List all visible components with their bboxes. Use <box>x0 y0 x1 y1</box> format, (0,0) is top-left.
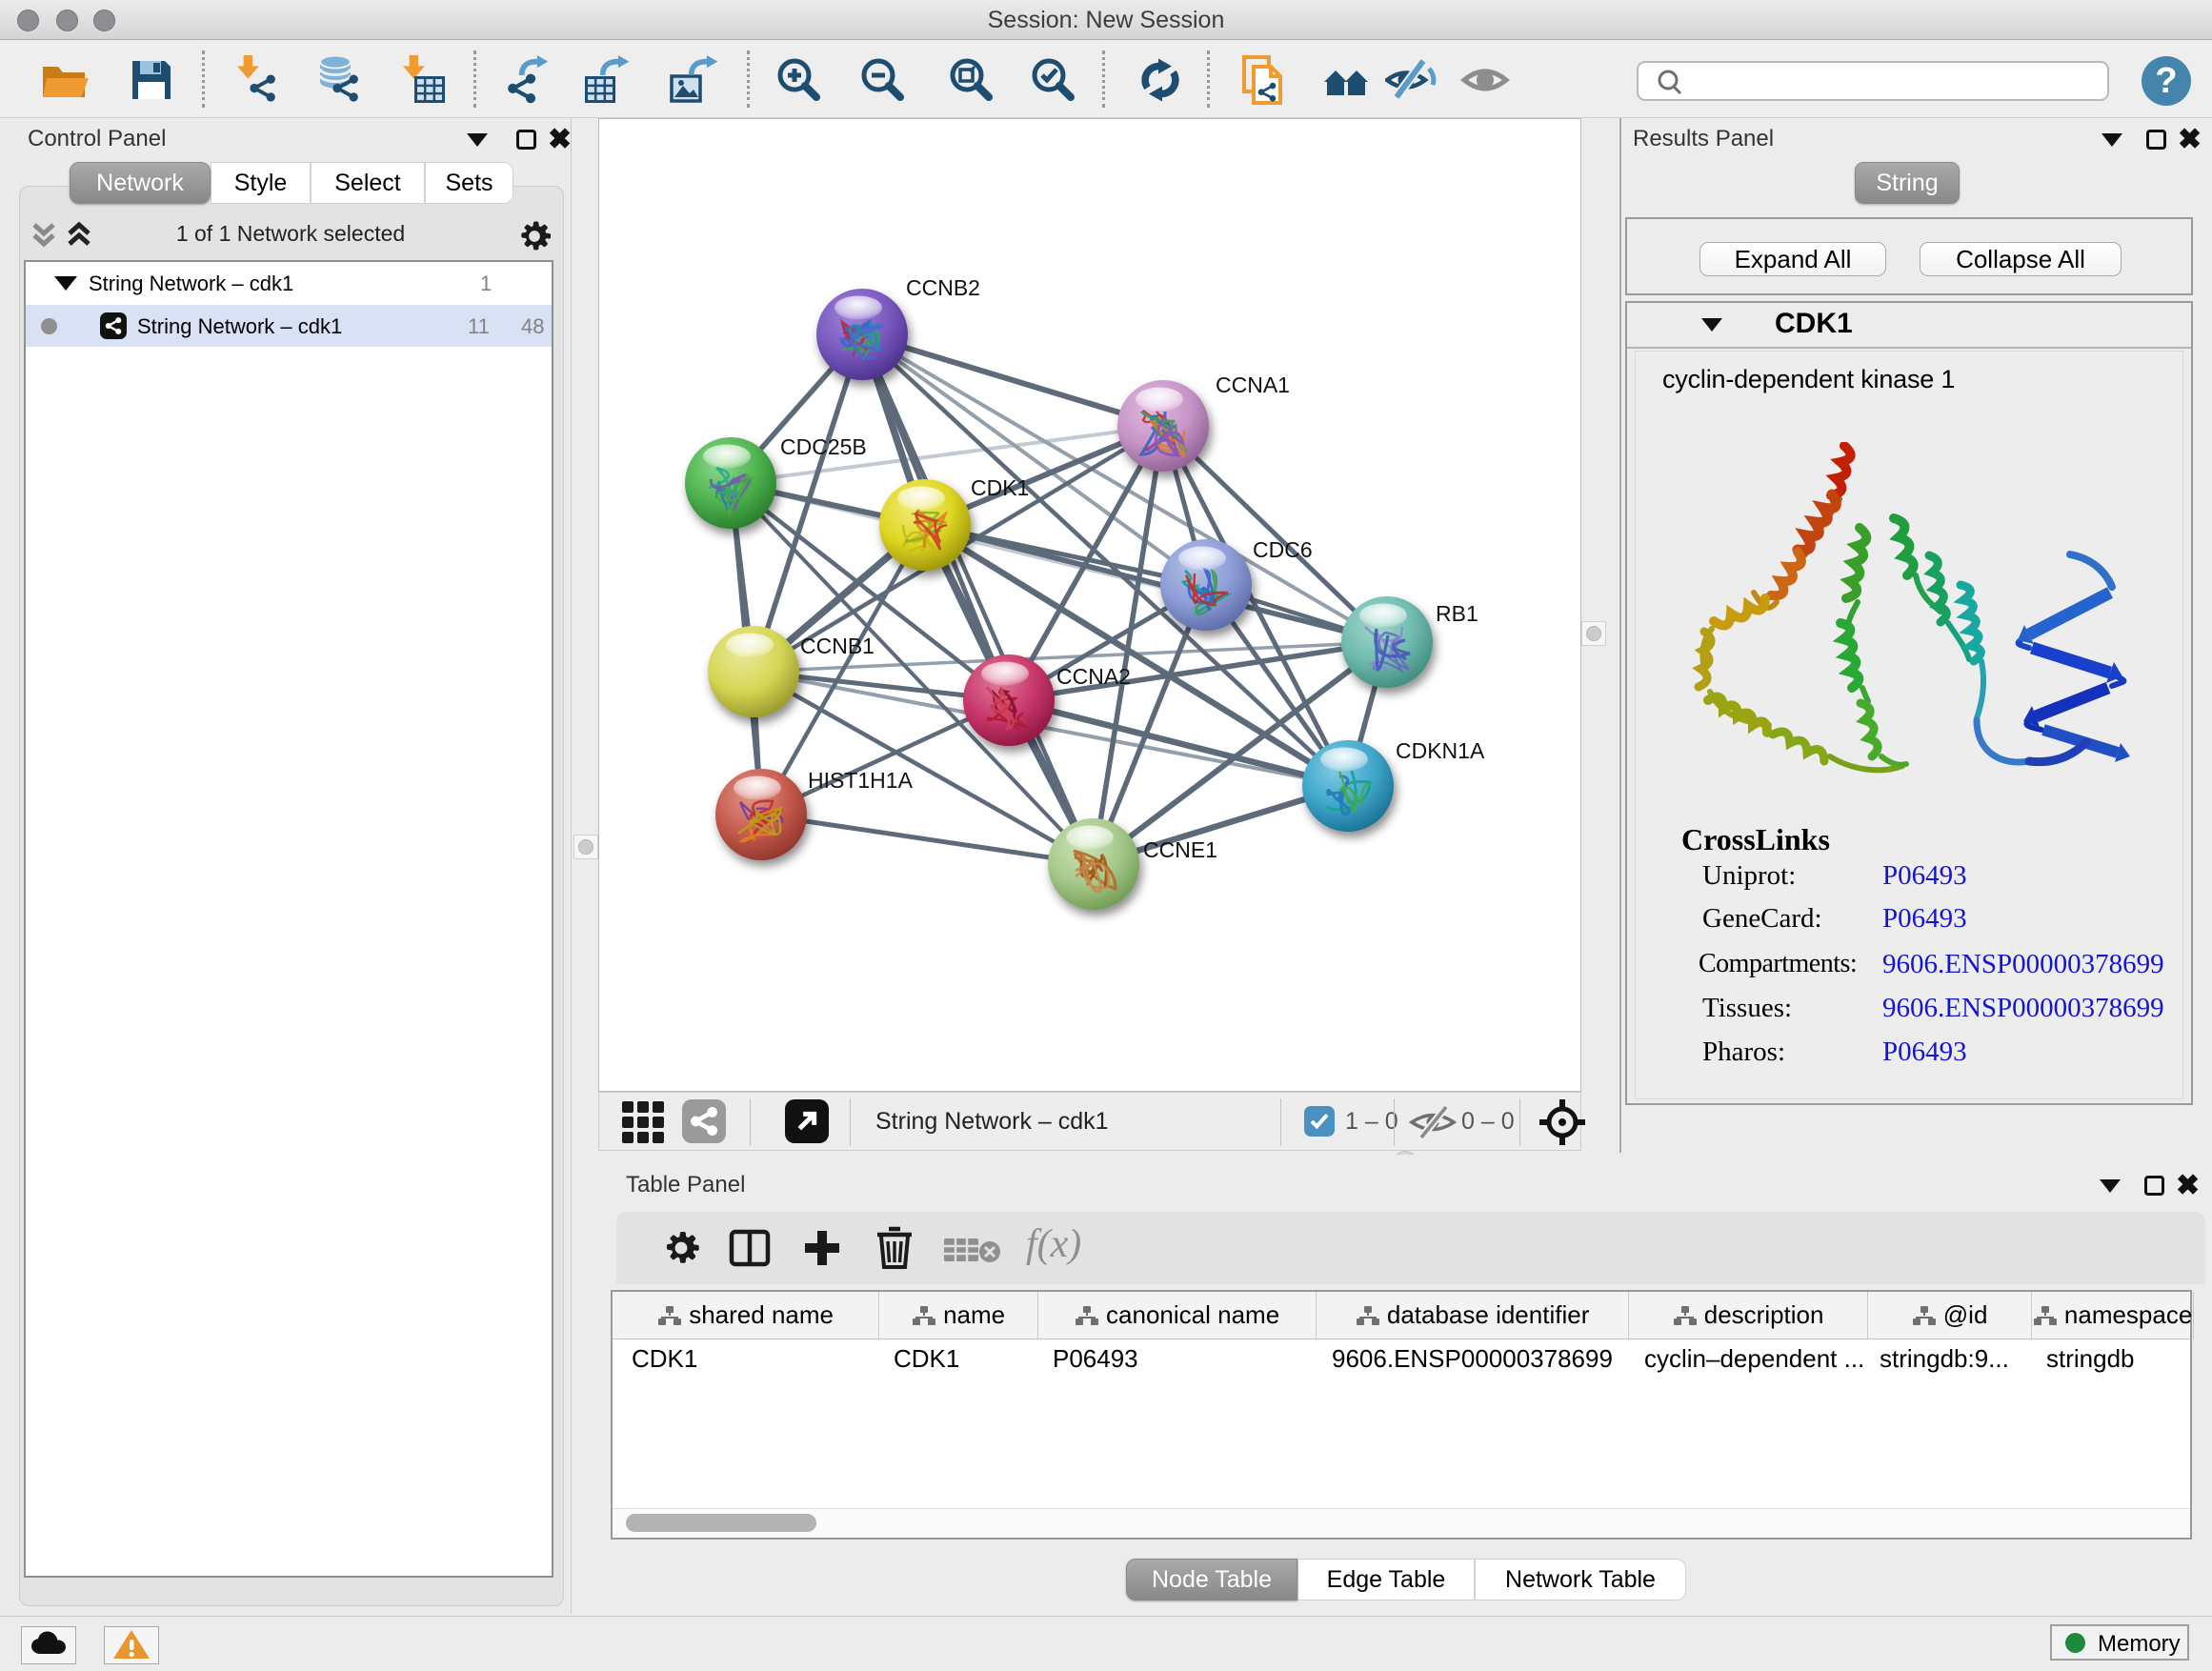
svg-text:CDK1: CDK1 <box>971 475 1029 500</box>
svg-text:CCNE1: CCNE1 <box>1143 837 1217 862</box>
svg-text:CCNA1: CCNA1 <box>1216 372 1290 397</box>
svg-text:HIST1H1A: HIST1H1A <box>808 768 914 793</box>
svg-text:CCNB1: CCNB1 <box>800 634 875 658</box>
svg-text:CDC6: CDC6 <box>1253 537 1313 562</box>
svg-text:RB1: RB1 <box>1436 601 1478 626</box>
svg-text:CDC25B: CDC25B <box>780 434 867 459</box>
svg-text:CCNA2: CCNA2 <box>1056 664 1131 689</box>
svg-text:CCNB2: CCNB2 <box>906 275 980 300</box>
svg-text:CDKN1A: CDKN1A <box>1396 738 1485 763</box>
